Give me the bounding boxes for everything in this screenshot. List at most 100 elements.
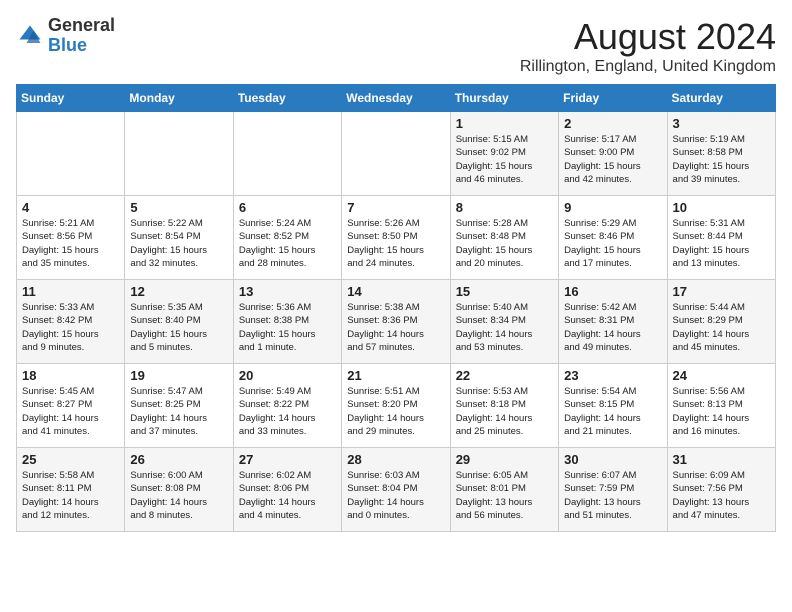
day-number: 29 <box>456 452 553 467</box>
day-number: 8 <box>456 200 553 215</box>
calendar-cell: 24 Sunrise: 5:56 AM Sunset: 8:13 PM Dayli… <box>667 364 775 448</box>
calendar-cell: 29 Sunrise: 6:05 AM Sunset: 8:01 PM Dayli… <box>450 448 558 532</box>
cell-info: Sunrise: 5:24 AM Sunset: 8:52 PM Dayligh… <box>239 217 336 270</box>
day-number: 22 <box>456 368 553 383</box>
day-number: 15 <box>456 284 553 299</box>
day-number: 20 <box>239 368 336 383</box>
cell-info: Sunrise: 5:26 AM Sunset: 8:50 PM Dayligh… <box>347 217 444 270</box>
cell-info: Sunrise: 5:51 AM Sunset: 8:20 PM Dayligh… <box>347 385 444 438</box>
cell-info: Sunrise: 5:29 AM Sunset: 8:46 PM Dayligh… <box>564 217 661 270</box>
cell-info: Sunrise: 5:19 AM Sunset: 8:58 PM Dayligh… <box>673 133 770 186</box>
calendar-week-3: 11 Sunrise: 5:33 AM Sunset: 8:42 PM Dayli… <box>17 280 776 364</box>
calendar-cell: 10 Sunrise: 5:31 AM Sunset: 8:44 PM Dayli… <box>667 196 775 280</box>
cell-info: Sunrise: 5:47 AM Sunset: 8:25 PM Dayligh… <box>130 385 227 438</box>
column-header-tuesday: Tuesday <box>233 85 341 112</box>
day-number: 25 <box>22 452 119 467</box>
cell-info: Sunrise: 5:54 AM Sunset: 8:15 PM Dayligh… <box>564 385 661 438</box>
calendar-cell <box>125 112 233 196</box>
calendar-cell: 28 Sunrise: 6:03 AM Sunset: 8:04 PM Dayli… <box>342 448 450 532</box>
cell-info: Sunrise: 5:38 AM Sunset: 8:36 PM Dayligh… <box>347 301 444 354</box>
day-number: 26 <box>130 452 227 467</box>
cell-info: Sunrise: 5:49 AM Sunset: 8:22 PM Dayligh… <box>239 385 336 438</box>
day-number: 27 <box>239 452 336 467</box>
logo-icon <box>16 22 44 50</box>
cell-info: Sunrise: 5:17 AM Sunset: 9:00 PM Dayligh… <box>564 133 661 186</box>
day-number: 24 <box>673 368 770 383</box>
day-number: 11 <box>22 284 119 299</box>
cell-info: Sunrise: 5:15 AM Sunset: 9:02 PM Dayligh… <box>456 133 553 186</box>
calendar-cell: 5Sunrise: 5:22 AM Sunset: 8:54 PM Daylig… <box>125 196 233 280</box>
cell-info: Sunrise: 5:31 AM Sunset: 8:44 PM Dayligh… <box>673 217 770 270</box>
day-number: 17 <box>673 284 770 299</box>
title-area: August 2024 Rillington, England, United … <box>520 16 776 76</box>
calendar-cell: 23 Sunrise: 5:54 AM Sunset: 8:15 PM Dayli… <box>559 364 667 448</box>
calendar-week-1: 1Sunrise: 5:15 AM Sunset: 9:02 PM Daylig… <box>17 112 776 196</box>
day-number: 4 <box>22 200 119 215</box>
column-header-sunday: Sunday <box>17 85 125 112</box>
calendar-cell: 7 Sunrise: 5:26 AM Sunset: 8:50 PM Daylig… <box>342 196 450 280</box>
calendar-header-row: SundayMondayTuesdayWednesdayThursdayFrid… <box>17 85 776 112</box>
cell-info: Sunrise: 6:07 AM Sunset: 7:59 PM Dayligh… <box>564 469 661 522</box>
cell-info: Sunrise: 5:21 AM Sunset: 8:56 PM Dayligh… <box>22 217 119 270</box>
day-number: 18 <box>22 368 119 383</box>
calendar-cell: 30Sunrise: 6:07 AM Sunset: 7:59 PM Dayli… <box>559 448 667 532</box>
day-number: 3 <box>673 116 770 131</box>
day-number: 6 <box>239 200 336 215</box>
cell-info: Sunrise: 5:22 AM Sunset: 8:54 PM Dayligh… <box>130 217 227 270</box>
calendar-cell: 19Sunrise: 5:47 AM Sunset: 8:25 PM Dayli… <box>125 364 233 448</box>
cell-info: Sunrise: 6:03 AM Sunset: 8:04 PM Dayligh… <box>347 469 444 522</box>
day-number: 21 <box>347 368 444 383</box>
column-header-friday: Friday <box>559 85 667 112</box>
cell-info: Sunrise: 5:44 AM Sunset: 8:29 PM Dayligh… <box>673 301 770 354</box>
day-number: 31 <box>673 452 770 467</box>
page-header: General Blue August 2024 Rillington, Eng… <box>16 16 776 76</box>
cell-info: Sunrise: 5:33 AM Sunset: 8:42 PM Dayligh… <box>22 301 119 354</box>
day-number: 2 <box>564 116 661 131</box>
calendar-week-2: 4 Sunrise: 5:21 AM Sunset: 8:56 PM Daylig… <box>17 196 776 280</box>
calendar-cell: 9 Sunrise: 5:29 AM Sunset: 8:46 PM Daylig… <box>559 196 667 280</box>
cell-info: Sunrise: 6:05 AM Sunset: 8:01 PM Dayligh… <box>456 469 553 522</box>
logo: General Blue <box>16 16 115 56</box>
day-number: 12 <box>130 284 227 299</box>
calendar-cell: 6 Sunrise: 5:24 AM Sunset: 8:52 PM Daylig… <box>233 196 341 280</box>
day-number: 14 <box>347 284 444 299</box>
day-number: 13 <box>239 284 336 299</box>
calendar-cell: 25Sunrise: 5:58 AM Sunset: 8:11 PM Dayli… <box>17 448 125 532</box>
day-number: 16 <box>564 284 661 299</box>
cell-info: Sunrise: 6:09 AM Sunset: 7:56 PM Dayligh… <box>673 469 770 522</box>
calendar-week-5: 25Sunrise: 5:58 AM Sunset: 8:11 PM Dayli… <box>17 448 776 532</box>
calendar-cell: 26 Sunrise: 6:00 AM Sunset: 8:08 PM Dayli… <box>125 448 233 532</box>
calendar-cell <box>233 112 341 196</box>
calendar-cell: 8 Sunrise: 5:28 AM Sunset: 8:48 PM Daylig… <box>450 196 558 280</box>
calendar-cell: 1Sunrise: 5:15 AM Sunset: 9:02 PM Daylig… <box>450 112 558 196</box>
calendar-cell: 2 Sunrise: 5:17 AM Sunset: 9:00 PM Daylig… <box>559 112 667 196</box>
calendar-cell: 15 Sunrise: 5:40 AM Sunset: 8:34 PM Dayli… <box>450 280 558 364</box>
calendar-cell: 11 Sunrise: 5:33 AM Sunset: 8:42 PM Dayli… <box>17 280 125 364</box>
column-header-saturday: Saturday <box>667 85 775 112</box>
logo-text: General Blue <box>48 16 115 56</box>
column-header-thursday: Thursday <box>450 85 558 112</box>
cell-info: Sunrise: 6:00 AM Sunset: 8:08 PM Dayligh… <box>130 469 227 522</box>
day-number: 28 <box>347 452 444 467</box>
cell-info: Sunrise: 5:40 AM Sunset: 8:34 PM Dayligh… <box>456 301 553 354</box>
calendar-week-4: 18Sunrise: 5:45 AM Sunset: 8:27 PM Dayli… <box>17 364 776 448</box>
day-number: 23 <box>564 368 661 383</box>
cell-info: Sunrise: 5:36 AM Sunset: 8:38 PM Dayligh… <box>239 301 336 354</box>
day-number: 9 <box>564 200 661 215</box>
calendar-cell: 3 Sunrise: 5:19 AM Sunset: 8:58 PM Daylig… <box>667 112 775 196</box>
day-number: 10 <box>673 200 770 215</box>
cell-info: Sunrise: 5:56 AM Sunset: 8:13 PM Dayligh… <box>673 385 770 438</box>
location-subtitle: Rillington, England, United Kingdom <box>520 58 776 76</box>
calendar-cell: 4 Sunrise: 5:21 AM Sunset: 8:56 PM Daylig… <box>17 196 125 280</box>
column-header-monday: Monday <box>125 85 233 112</box>
cell-info: Sunrise: 6:02 AM Sunset: 8:06 PM Dayligh… <box>239 469 336 522</box>
calendar-cell: 12Sunrise: 5:35 AM Sunset: 8:40 PM Dayli… <box>125 280 233 364</box>
cell-info: Sunrise: 5:42 AM Sunset: 8:31 PM Dayligh… <box>564 301 661 354</box>
calendar-cell: 16 Sunrise: 5:42 AM Sunset: 8:31 PM Dayli… <box>559 280 667 364</box>
calendar-cell: 21 Sunrise: 5:51 AM Sunset: 8:20 PM Dayli… <box>342 364 450 448</box>
calendar-cell <box>342 112 450 196</box>
calendar-cell: 13 Sunrise: 5:36 AM Sunset: 8:38 PM Dayli… <box>233 280 341 364</box>
cell-info: Sunrise: 5:28 AM Sunset: 8:48 PM Dayligh… <box>456 217 553 270</box>
day-number: 7 <box>347 200 444 215</box>
column-header-wednesday: Wednesday <box>342 85 450 112</box>
